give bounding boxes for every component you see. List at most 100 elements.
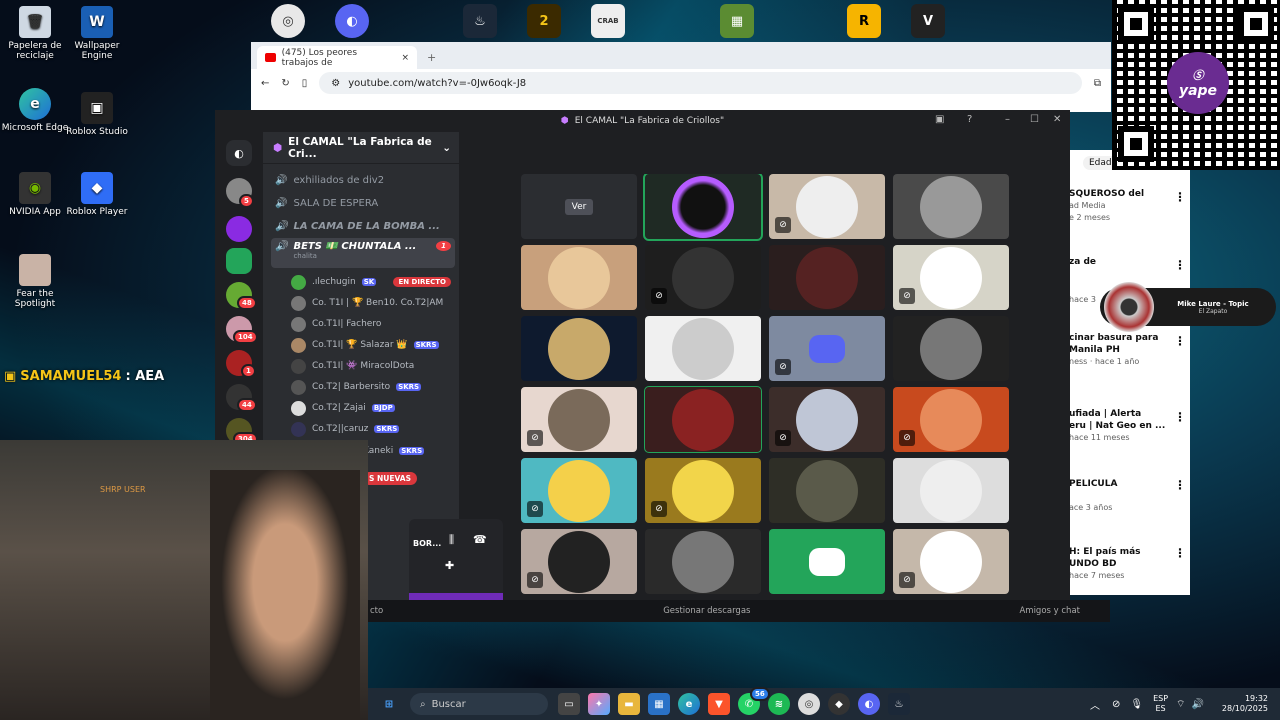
whatsapp-icon[interactable]: ✆ 56 <box>738 687 770 715</box>
discord-icon[interactable]: ◐ <box>335 4 369 38</box>
app-icon[interactable]: ◆ <box>828 693 850 715</box>
disconnect-icon[interactable]: ☎ <box>473 533 487 546</box>
user-tile[interactable]: ⊘ <box>893 387 1009 452</box>
fear-the-spotlight-shortcut[interactable]: Fear the Spotlight <box>0 254 70 309</box>
video-item[interactable]: cinar basura para Manila PH ness · hace 1 … <box>1069 332 1179 368</box>
voice-channel-active[interactable]: 🔊 BETS 💵 CHUNTALA ... chalita 1 <box>271 238 455 268</box>
spotify-icon[interactable]: ≋ <box>768 693 790 715</box>
user-tile[interactable] <box>645 316 761 381</box>
video-item[interactable]: H: El país más UNDO BD hace 7 meses <box>1069 546 1179 582</box>
recycle-bin-shortcut[interactable]: 🗑 Papelera de reciclaje <box>0 6 70 61</box>
voice-user[interactable]: Co.T2| Barbersito SKRS <box>291 377 451 397</box>
more-icon[interactable]: ⋮ <box>1174 546 1186 560</box>
file-explorer-icon[interactable]: ▬ <box>618 693 640 715</box>
user-tile[interactable] <box>769 245 885 310</box>
close-tab-icon[interactable]: × <box>401 53 409 63</box>
tab-youtube[interactable]: (475) Los peores trabajos de × <box>257 46 417 69</box>
bookmark-icon[interactable]: ▯ <box>302 78 308 89</box>
activities-icon[interactable]: ✚ <box>445 559 454 572</box>
language-indicator[interactable]: ESP ES <box>1153 694 1168 714</box>
user-tile[interactable]: ⊘ <box>893 529 1009 594</box>
user-tile[interactable] <box>644 386 762 453</box>
voice-channel[interactable]: 🔊 exhiliados de div2 <box>271 170 455 190</box>
soundboard-icon[interactable]: ⫼ <box>449 533 454 547</box>
video-item[interactable]: ufiada | Alerta eru | Nat Geo en ... hace … <box>1069 408 1179 444</box>
voice-user[interactable]: Co. T1I | 🏆 Ben10. Co.T2|AM <box>291 293 451 313</box>
user-tile[interactable] <box>769 458 885 523</box>
clock[interactable]: 19:32 28/10/2025 <box>1222 694 1268 714</box>
new-tab-button[interactable]: + <box>427 51 436 64</box>
start-icon[interactable]: ⊞ <box>378 693 400 715</box>
help-icon[interactable]: ? <box>967 114 972 125</box>
edge-taskbar-icon[interactable]: e <box>678 693 700 715</box>
video-item[interactable]: PELICULA ace 3 años <box>1069 478 1179 514</box>
user-tile[interactable]: ⊘ <box>769 174 885 239</box>
tray-chevron-icon[interactable]: ︿ <box>1090 697 1100 712</box>
nvidia-app-shortcut[interactable]: ◉ NVIDIA App <box>0 172 70 217</box>
voice-channel[interactable]: 🔊 SALA DE ESPERA <box>271 193 455 213</box>
user-tile[interactable] <box>893 174 1009 239</box>
server-avatar-active[interactable] <box>226 248 252 274</box>
server-header[interactable]: ⬢ El CAMAL "La Fabrica de Cri... ⌄ <box>263 132 459 164</box>
user-tile[interactable] <box>521 245 637 310</box>
steam-taskbar-icon[interactable]: ♨ <box>888 693 910 715</box>
user-tile[interactable]: ⊘ <box>645 245 761 310</box>
steam-icon[interactable]: ♨ <box>463 4 497 38</box>
user-tile[interactable] <box>521 316 637 381</box>
minimize-icon[interactable]: – <box>1005 114 1010 125</box>
edge-shortcut[interactable]: e Microsoft Edge <box>0 88 70 133</box>
more-icon[interactable]: ⋮ <box>1174 334 1186 348</box>
wallpaper-engine-shortcut[interactable]: W Wallpaper Engine <box>62 6 132 61</box>
more-icon[interactable]: ⋮ <box>1174 410 1186 424</box>
video-item[interactable]: SQUEROSO del ad Media e 2 meses <box>1069 188 1179 224</box>
extensions-icon[interactable]: ⧉ <box>1094 78 1101 89</box>
wifi-icon[interactable]: ⌔ <box>1176 698 1185 711</box>
back-icon[interactable]: ← <box>261 78 269 89</box>
more-icon[interactable]: ⋮ <box>1174 258 1186 272</box>
user-tile[interactable]: ⊘ <box>521 529 637 594</box>
voice-user[interactable]: Kaneki SKRS <box>363 441 453 461</box>
network-icon[interactable]: ⊘ <box>1112 699 1120 710</box>
roblox-studio-shortcut[interactable]: ▣ Roblox Studio <box>62 92 132 137</box>
rockstar-icon[interactable]: R <box>847 4 881 38</box>
voice-user[interactable]: Co.T1I| 👾 MiracolDota <box>291 356 451 376</box>
more-icon[interactable]: ⋮ <box>1174 190 1186 204</box>
user-tile[interactable]: ⊘ <box>521 387 637 452</box>
user-tile[interactable]: ⊘ <box>769 387 885 452</box>
volume-icon[interactable]: 🔊 <box>1191 699 1203 710</box>
user-tile[interactable] <box>645 529 761 594</box>
voice-user[interactable]: Co.T1I| Fachero <box>291 314 451 334</box>
new-messages-pill[interactable]: S NUEVAS <box>363 472 418 485</box>
taskbar-search[interactable]: ⌕ Buscar <box>410 693 548 715</box>
voice-user[interactable]: .ılechugin SK EN DIRECTO <box>291 272 451 292</box>
copilot-icon[interactable]: ✦ <box>588 693 610 715</box>
discord-taskbar-icon[interactable]: ◐ <box>858 693 880 715</box>
discord-home-icon[interactable]: ◐ <box>226 140 252 166</box>
calculator-icon[interactable]: ▦ <box>648 693 670 715</box>
voice-channel[interactable]: 🔊 LA CAMA DE LA BOMBA ... <box>271 216 455 236</box>
voice-user[interactable]: Co.T2| Zajai BJDP <box>291 398 451 418</box>
voice-user[interactable]: Co.T2||caruz SKRS <box>291 419 451 439</box>
crab-game-icon[interactable]: CRAB <box>591 4 625 38</box>
gta-icon[interactable]: V <box>911 4 945 38</box>
user-tile[interactable]: ⊘ <box>645 458 761 523</box>
user-tile[interactable]: ⊘ <box>893 245 1009 310</box>
user-tile[interactable]: ⊘ <box>769 316 885 381</box>
user-tile-speaking[interactable] <box>643 174 763 241</box>
voice-user[interactable]: Co.T1I| 🏆 Salazar 👑 SKRS <box>291 335 451 355</box>
friends-chat-link[interactable]: Amigos y chat <box>1019 606 1080 616</box>
brave-icon[interactable]: ▼ <box>708 693 730 715</box>
mic-icon[interactable]: 🎙 <box>1130 699 1143 710</box>
server-avatar[interactable] <box>226 216 252 242</box>
user-tile[interactable] <box>769 529 885 594</box>
user-tile[interactable] <box>893 316 1009 381</box>
user-tile[interactable] <box>893 458 1009 523</box>
roblox-player-shortcut[interactable]: ◆ Roblox Player <box>62 172 132 217</box>
close-icon[interactable]: ✕ <box>1053 114 1061 125</box>
minecraft-icon[interactable]: ▦ <box>720 4 754 38</box>
downloads-link[interactable]: Gestionar descargas <box>663 606 750 616</box>
game-icon[interactable]: 2 <box>527 4 561 38</box>
task-view-icon[interactable]: ▭ <box>558 693 580 715</box>
obs-taskbar-icon[interactable]: ◎ <box>798 693 820 715</box>
inbox-icon[interactable]: ▣ <box>935 114 944 125</box>
